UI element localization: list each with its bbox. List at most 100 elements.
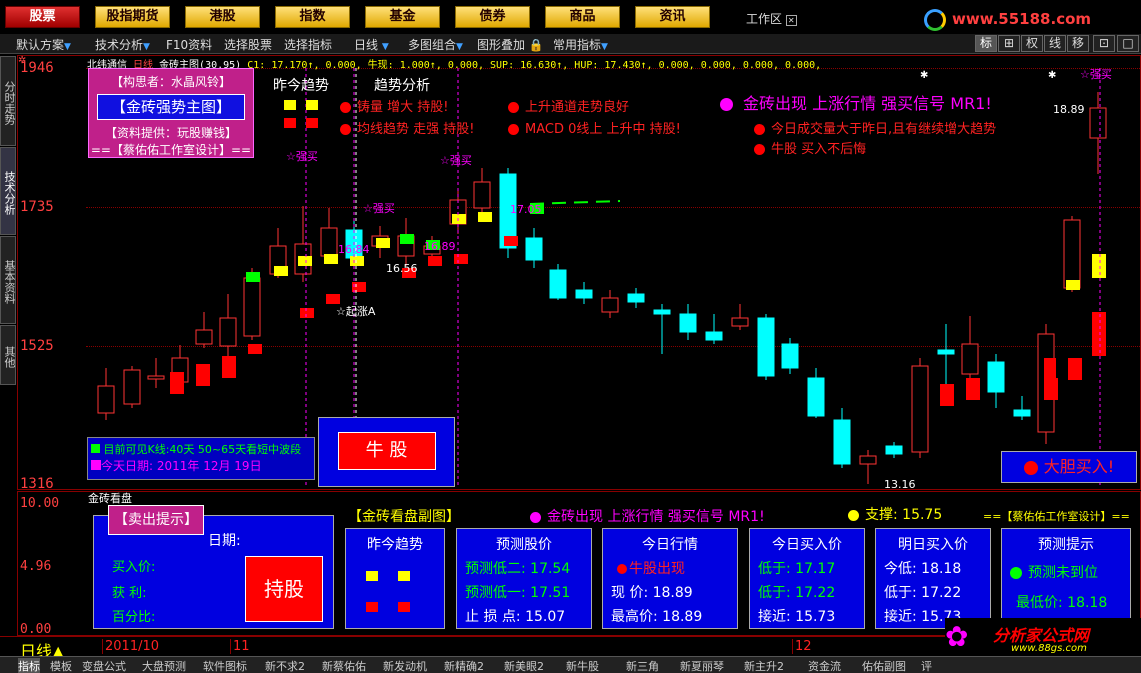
tab-tech-analysis[interactable]: 技术分析 [0,147,16,235]
signal-text: MACD 0线上 上升中 持股! [525,122,681,137]
signal-right-2: 牛股 买入不后悔 [754,138,866,157]
nav-fund-button[interactable]: 基金 [365,6,440,28]
trend-square [306,118,318,128]
indicator-tab[interactable]: 新美眼2 [504,658,544,673]
nav-hk-button[interactable]: 港股 [185,6,260,28]
signal-mark [478,212,492,222]
indicator-tab[interactable]: 新牛股 [566,658,599,673]
nav-news-button[interactable]: 资讯 [635,6,710,28]
signal-mark [248,344,262,354]
trend-square [366,571,378,581]
workarea-label: 工作区 [746,12,783,26]
dropdown-arrow-icon: ▼ [456,42,463,52]
indicator-tab[interactable]: 新主升2 [744,658,784,673]
trend-square [398,571,410,581]
tab-intraday[interactable]: 分时走势 [0,56,16,146]
candle-body [243,277,261,337]
indicator-title-button[interactable]: 【金砖强势主图】 [97,94,245,120]
tech-analysis-dropdown[interactable]: 技术分析▼ [95,36,150,53]
signal-mark [428,256,442,266]
mark-button[interactable]: 标 [975,35,997,52]
indicator-tab[interactable]: 资金流 [808,658,841,673]
candle-body [987,361,1005,393]
crosshair-button[interactable]: ⊞ [998,35,1020,52]
price-mark: 17.05 [510,203,542,216]
select-indicator-button[interactable]: 选择指标 [284,36,332,53]
indicator-tab[interactable]: 模板 [50,658,72,673]
candle-body [627,293,645,303]
signal-mid-2: MACD 0线上 上升中 持股! [508,118,681,137]
signal-text: 上升通道走势良好 [525,100,630,115]
scheme-dropdown[interactable]: 默认方案▼ [16,36,71,53]
signal-mark [452,214,466,224]
box-row: 低于: 17.22 [884,585,962,601]
box-row: 今低: 18.18 [884,561,962,577]
indicator-tab[interactable]: 大盘预测 [142,658,186,673]
nav-commodity-button[interactable]: 商品 [545,6,620,28]
signal-mark [274,266,288,276]
indicator-tab[interactable]: 新不求2 [265,658,305,673]
box-row: 最低价: 18.18 [1016,595,1108,611]
candle-body [937,349,955,355]
buy-tag: ☆强买 [363,202,395,215]
indicator-tab[interactable]: 新蔡佑佑 [322,658,366,673]
line-button[interactable]: 线 [1044,35,1066,52]
signal-text: 牛股 买入不后悔 [771,142,867,157]
brand-url: www.88gs.com [1011,643,1087,654]
box-design: ==【蔡佑佑工作室设计】== [90,143,252,157]
indicator-tab[interactable]: 新精确2 [444,658,484,673]
indicator-tab[interactable]: 新发动机 [383,658,427,673]
sub-y-label: 10.00 [20,496,60,511]
overlay-dropdown[interactable]: 图形叠加 🔒 [477,36,544,53]
move-button[interactable]: 移 [1067,35,1089,52]
tab-other[interactable]: 其他 [0,325,16,385]
nav-bond-button[interactable]: 债券 [455,6,530,28]
visible-k-label: 目前可见K线:40天 50~65天看短中波段 [103,443,302,456]
flower-icon: ✿ [945,620,969,653]
kline-info-box: 目前可见K线:40天 50~65天看短中波段 今天日期: 2011年 12月 1… [87,437,315,480]
candle-body [123,369,141,405]
signal-dot-icon [720,98,733,111]
sell-hint-button[interactable]: 【卖出提示】 [108,505,204,535]
tab-basic-info[interactable]: 基本资料 [0,236,16,324]
multi-chart-dropdown[interactable]: 多图组合▼ [408,36,463,53]
common-indicator-dropdown[interactable]: 常用指标▼ [553,36,608,53]
bold-buy-button[interactable]: 大胆买入! [1001,451,1137,483]
indicator-tab[interactable]: 评 [921,658,932,673]
niu-stock-button[interactable]: 牛 股 [337,432,436,470]
workarea-menu[interactable]: 工作区 ✕ [746,10,797,27]
nav-stock-button[interactable]: 股票 [5,6,80,28]
col-trend: 趋势分析 [374,78,430,94]
box-row: 预测低一: 17.51 [465,585,571,601]
box-tomorrow-buy: 明日买入价 今低: 18.18 低于: 17.22 接近: 15.73 [875,528,991,629]
period-label: 日线 [354,38,379,52]
indicator-tab[interactable]: 指标 [18,658,40,673]
nav-index-button[interactable]: 指数 [275,6,350,28]
signal-mark [170,372,184,394]
candle-body [833,419,851,465]
buy-tag: ☆强买 [286,150,318,163]
restore-button[interactable]: ⊡ [1093,35,1115,52]
select-stock-button[interactable]: 选择股票 [224,36,272,53]
indicator-tab[interactable]: 软件图标 [203,658,247,673]
period-dropdown[interactable]: 日线 ▼ [354,36,389,53]
overlay-label: 图形叠加 [477,38,526,52]
indicator-tab[interactable]: 新夏丽琴 [680,658,724,673]
signal-mark [222,356,236,378]
indicator-tab[interactable]: 佑佑副图 [862,658,906,673]
box-title: 今日买入价 [772,537,842,553]
box-forecast-hint: 预测提示 预测未到位 最低价: 18.18 [1001,528,1131,629]
nav-futures-button[interactable]: 股指期货 [95,6,170,28]
indicator-tab[interactable]: 新三角 [626,658,659,673]
hold-button[interactable]: 持股 [245,556,323,622]
close-icon[interactable]: ✕ [785,15,797,26]
box-title: 预测股价 [496,537,552,553]
maximize-button[interactable]: □ [1117,35,1139,52]
trend-square [398,602,410,612]
candle-body [473,181,491,209]
rights-button[interactable]: 权 [1021,35,1043,52]
settings-icon[interactable]: ✲ [18,55,26,66]
top-nav: 股票 股指期货 港股 指数 基金 债券 商品 资讯 工作区 ✕ www.5518… [0,0,1141,34]
f10-button[interactable]: F10资料 [166,36,212,53]
indicator-tab[interactable]: 变盘公式 [82,658,126,673]
